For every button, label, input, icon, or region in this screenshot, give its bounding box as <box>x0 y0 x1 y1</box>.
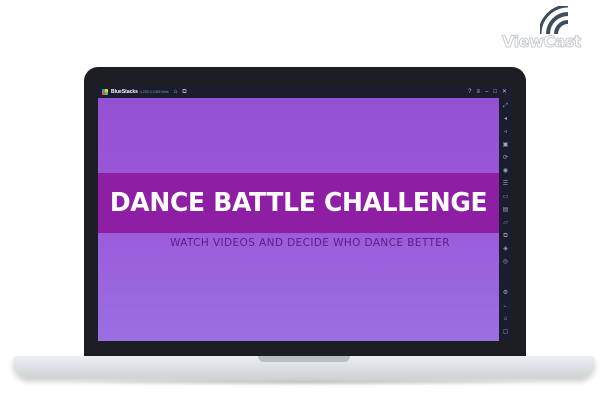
macro-icon[interactable]: ▤ <box>499 207 512 213</box>
help-icon[interactable]: ? <box>468 89 471 95</box>
keyboard-icon[interactable]: ▣ <box>499 142 512 148</box>
screenshot-icon[interactable]: ◉ <box>499 168 512 174</box>
folder-icon[interactable]: ▱ <box>499 220 512 226</box>
menu-icon[interactable]: ≡ <box>476 89 480 95</box>
volume-down-icon[interactable]: ◃ <box>499 129 512 135</box>
home-icon[interactable]: ⌂ <box>174 89 178 95</box>
layers-icon[interactable]: ◈ <box>499 246 512 252</box>
location-icon[interactable]: ◎ <box>499 259 512 265</box>
shake-icon[interactable]: ☰ <box>499 181 512 187</box>
rotate-icon[interactable]: ⟳ <box>499 155 512 161</box>
camera-icon[interactable]: ▭ <box>499 194 512 200</box>
close-icon[interactable]: ✕ <box>502 89 507 95</box>
home-nav-icon[interactable]: ⌂ <box>499 316 512 322</box>
maximize-icon[interactable]: □ <box>493 89 497 95</box>
volume-up-icon[interactable]: ◂ <box>499 116 512 122</box>
app-version: 4.200.0.1055 Beta <box>139 89 169 94</box>
emulator-sidebar: ⤢ ◂ ◃ ▣ ⟳ ◉ ☰ ▭ ▤ ▱ ⧉ ◈ ◎ ⚙ ← ⌂ ▢ <box>499 98 512 341</box>
bluestacks-logo-icon <box>102 88 108 95</box>
emulator-titlebar: BlueStacks 4.200.0.1055 Beta ⌂ ⧉ ? ≡ – □… <box>98 85 512 98</box>
app-title: DANCE BATTLE CHALLENGE <box>109 188 488 218</box>
minimize-icon[interactable]: – <box>485 89 488 95</box>
multi-instance-icon[interactable]: ⧉ <box>182 89 186 95</box>
title-banner: DANCE BATTLE CHALLENGE <box>98 173 499 233</box>
fullscreen-icon[interactable]: ⤢ <box>499 103 512 109</box>
app-screen[interactable]: DANCE BATTLE CHALLENGE WATCH VIDEOS AND … <box>98 98 499 341</box>
settings-icon[interactable]: ⚙ <box>499 290 512 296</box>
laptop-base <box>13 356 595 378</box>
laptop-shadow <box>60 378 550 386</box>
laptop-notch <box>258 356 350 362</box>
recent-apps-icon[interactable]: ▢ <box>499 329 512 335</box>
watermark-brand-text: ViewCast <box>502 32 582 52</box>
app-subtitle: WATCH VIDEOS AND DECIDE WHO DANCE BETTER <box>170 237 451 249</box>
back-icon[interactable]: ← <box>499 303 512 309</box>
viewcast-watermark: ViewCast <box>498 6 596 52</box>
copy-icon[interactable]: ⧉ <box>499 233 512 239</box>
app-name: BlueStacks <box>111 88 138 95</box>
